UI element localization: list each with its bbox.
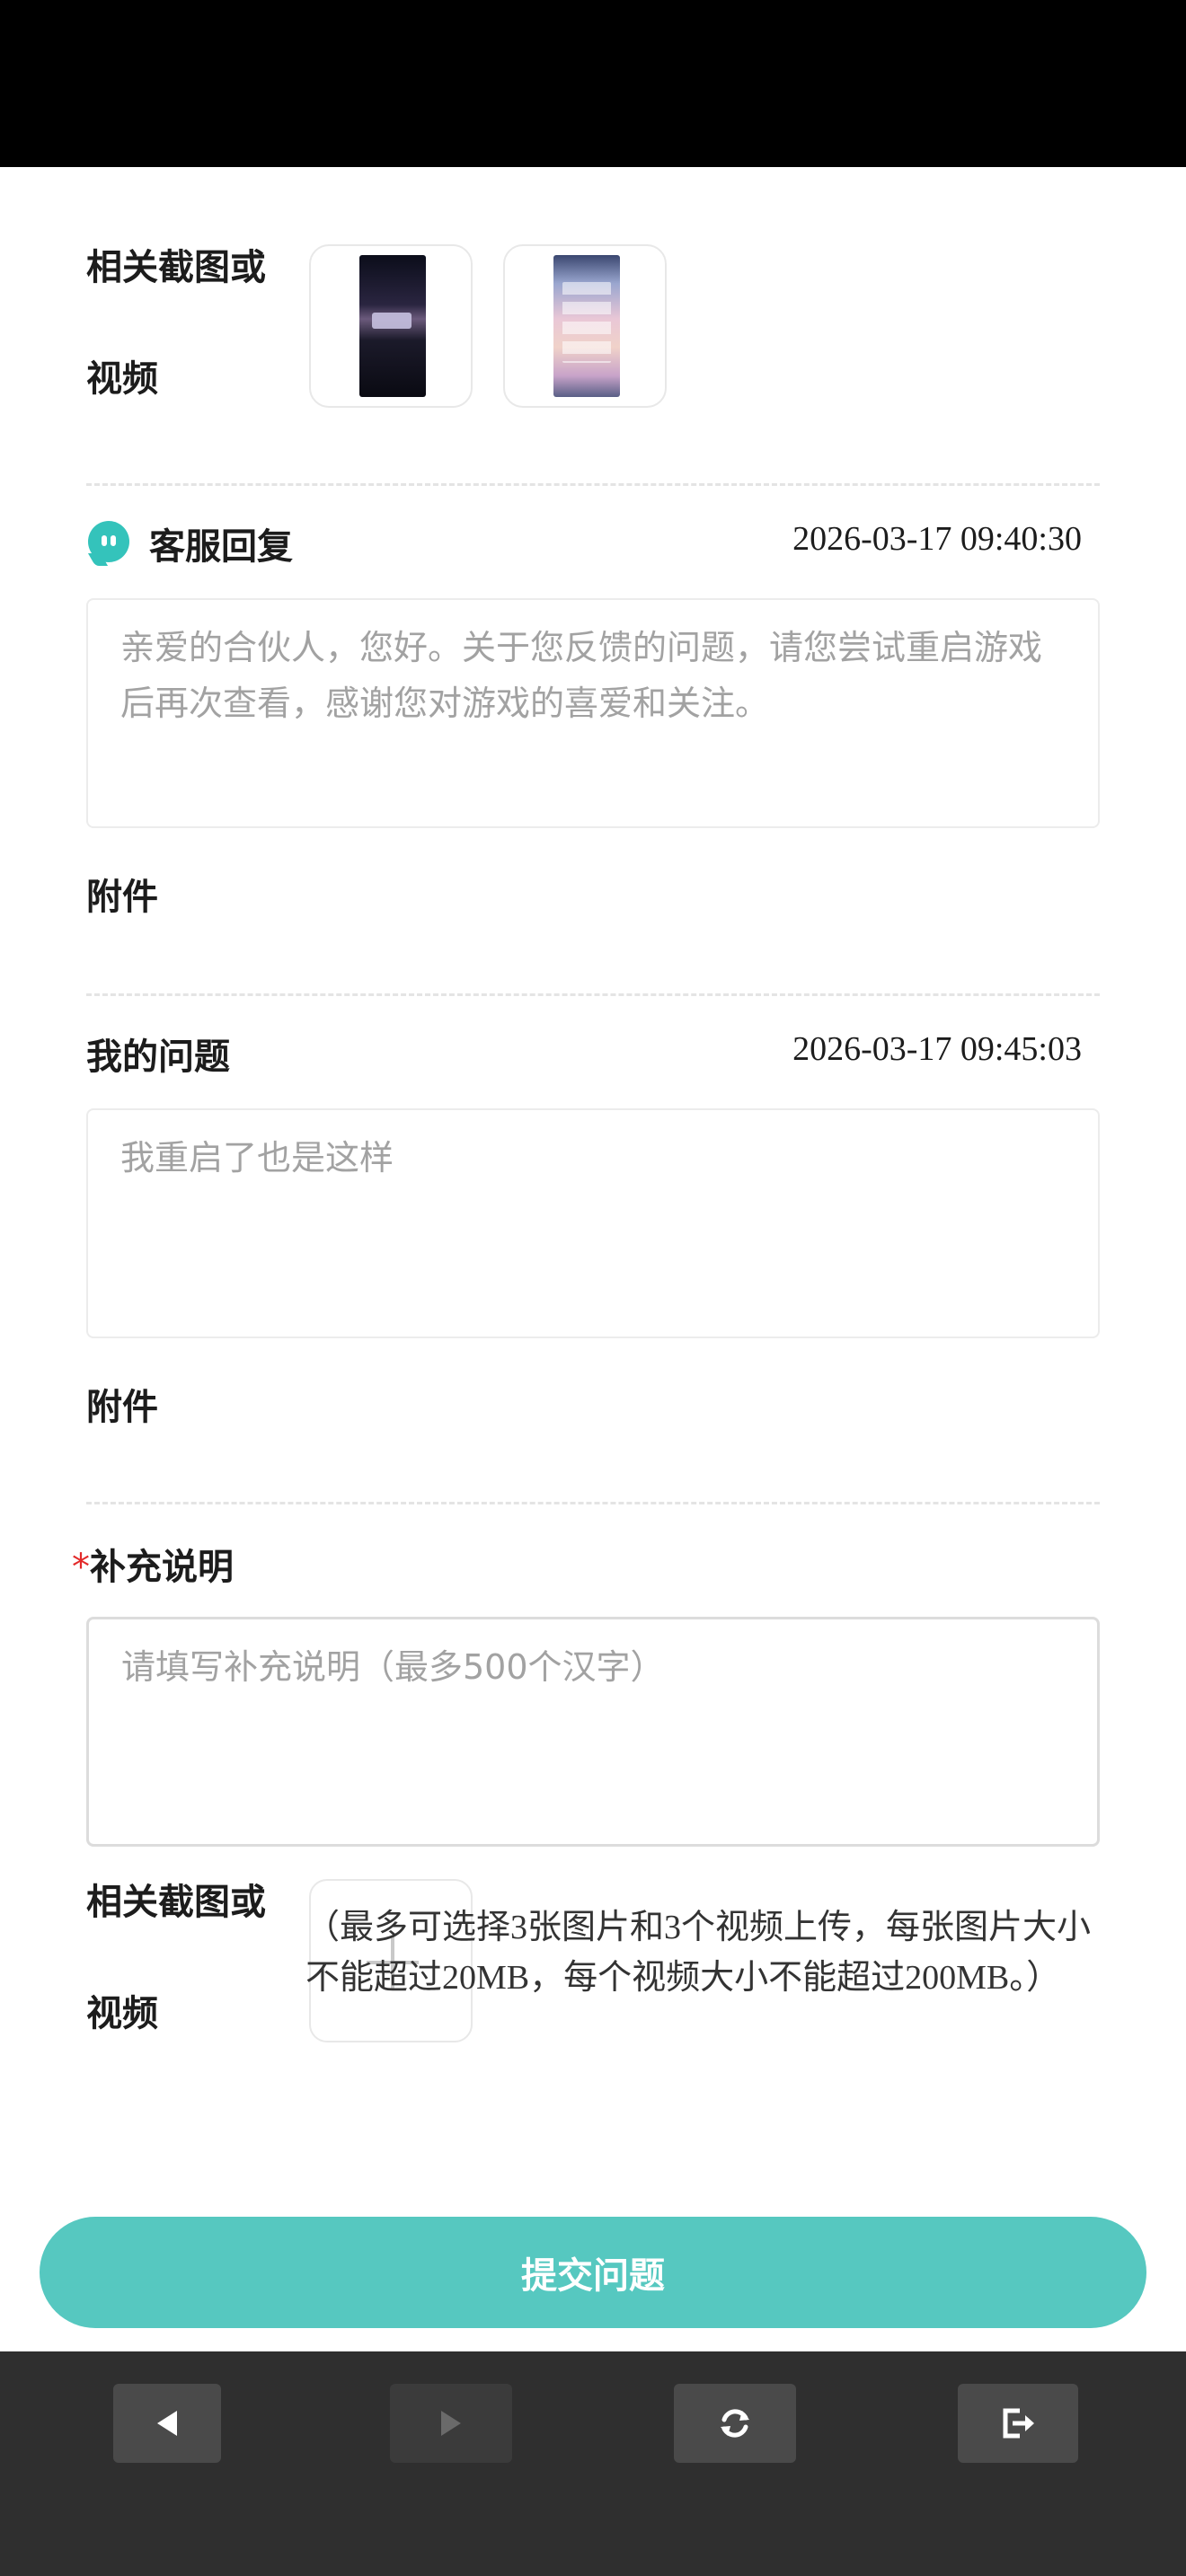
back-arrow-icon <box>157 2411 177 2436</box>
upload-label-line2: 视频 <box>86 1993 158 2034</box>
supplement-title-text: 补充说明 <box>90 1547 234 1588</box>
cs-reply-content: 亲爱的合伙人，您好。关于您反馈的问题，请您尝试重启游戏后再次查看，感谢您对游戏的… <box>86 598 1100 828</box>
chat-bubble-icon <box>87 521 129 566</box>
attachment-thumbnail-2[interactable] <box>503 244 667 408</box>
supplement-title: *补充说明 <box>72 1538 234 1590</box>
cs-reply-datetime: 2026-03-17 09:40:30 <box>792 520 1082 558</box>
refresh-button[interactable] <box>674 2384 796 2463</box>
refresh-icon <box>721 2409 749 2438</box>
back-button[interactable] <box>113 2384 221 2463</box>
attachments-label: 相关截图或 视频 <box>86 243 266 404</box>
section-divider <box>86 483 1100 486</box>
section-divider <box>86 1502 1100 1504</box>
my-question-title: 我的问题 <box>86 1037 230 1078</box>
exit-icon <box>1003 2408 1034 2439</box>
supplement-input[interactable]: 请填写补充说明（最多500个汉字） <box>86 1617 1100 1847</box>
attachments-label-line1: 相关截图或 <box>86 247 266 288</box>
submit-question-button[interactable]: 提交问题 <box>40 2217 1146 2328</box>
my-question-datetime: 2026-03-17 09:45:03 <box>792 1030 1082 1068</box>
cs-reply-attachment-label: 附件 <box>86 877 158 918</box>
forward-button[interactable] <box>390 2384 512 2463</box>
attachment-thumbnail-1[interactable] <box>309 244 473 408</box>
upload-hint: （最多可选择3张图片和3个视频上传，每张图片大小不能超过20MB，每个视频大小不… <box>305 1909 1092 1997</box>
my-question-content: 我重启了也是这样 <box>86 1108 1100 1338</box>
screenshot-image <box>359 255 426 397</box>
section-divider <box>86 993 1100 996</box>
screenshot-image <box>553 255 620 397</box>
status-bar <box>0 0 1186 167</box>
feedback-content[interactable]: 相关截图或 视频 客服回复 2026-03-17 09:40:30 亲爱的合伙人… <box>0 167 1186 2197</box>
required-mark: * <box>72 1547 90 1588</box>
forward-arrow-icon <box>441 2411 461 2436</box>
attachments-label-line2: 视频 <box>86 358 158 400</box>
my-question-attachment-label: 附件 <box>86 1387 158 1428</box>
upload-label-line1: 相关截图或 <box>86 1882 266 1923</box>
upload-label: 相关截图或 视频 <box>86 1877 266 2039</box>
bottom-navigation-bar <box>0 2351 1186 2576</box>
exit-button[interactable] <box>958 2384 1078 2463</box>
cs-reply-title: 客服回复 <box>149 526 293 568</box>
